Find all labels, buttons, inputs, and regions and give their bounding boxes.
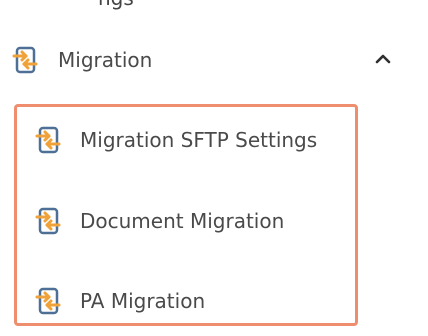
migration-icon (35, 207, 61, 235)
submenu-item-pa-migration[interactable]: PA Migration (33, 283, 343, 319)
migration-menu-label: Migration (58, 48, 153, 72)
migration-icon (12, 46, 38, 74)
cropped-top-text: ngs (98, 0, 134, 10)
submenu-item-migration-sftp-settings[interactable]: Migration SFTP Settings (33, 122, 343, 158)
submenu-item-label: Document Migration (80, 209, 285, 233)
migration-icon (35, 287, 61, 315)
submenu-item-label: PA Migration (80, 289, 206, 313)
submenu-item-label: Migration SFTP Settings (80, 128, 318, 152)
chevron-up-icon[interactable] (374, 50, 392, 68)
migration-icon (35, 126, 61, 154)
migration-menu-header[interactable]: Migration (10, 38, 410, 82)
submenu-item-document-migration[interactable]: Document Migration (33, 203, 343, 239)
